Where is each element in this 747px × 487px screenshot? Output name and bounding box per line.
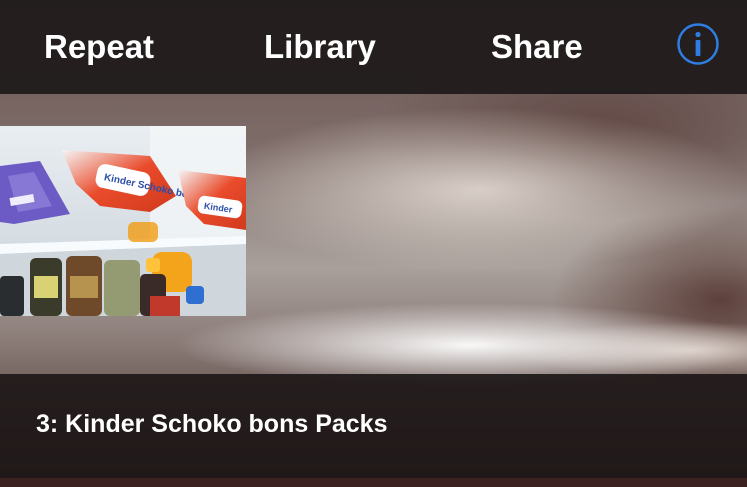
- last-photo-thumbnail[interactable]: Kinder Schoko bons Kinder: [0, 126, 246, 316]
- top-toolbar: Repeat Library Share: [0, 0, 747, 94]
- bottom-strip: [0, 478, 747, 487]
- repeat-button[interactable]: Repeat: [44, 26, 154, 68]
- detection-caption: 3: Kinder Schoko bons Packs: [36, 410, 388, 438]
- camera-app: Repeat Library Share Kinder Schoko bons …: [0, 0, 747, 487]
- info-icon[interactable]: [677, 23, 719, 65]
- detection-caption-bar: 3: Kinder Schoko bons Packs: [0, 374, 747, 478]
- library-button[interactable]: Library: [264, 26, 376, 68]
- share-button[interactable]: Share: [491, 26, 583, 68]
